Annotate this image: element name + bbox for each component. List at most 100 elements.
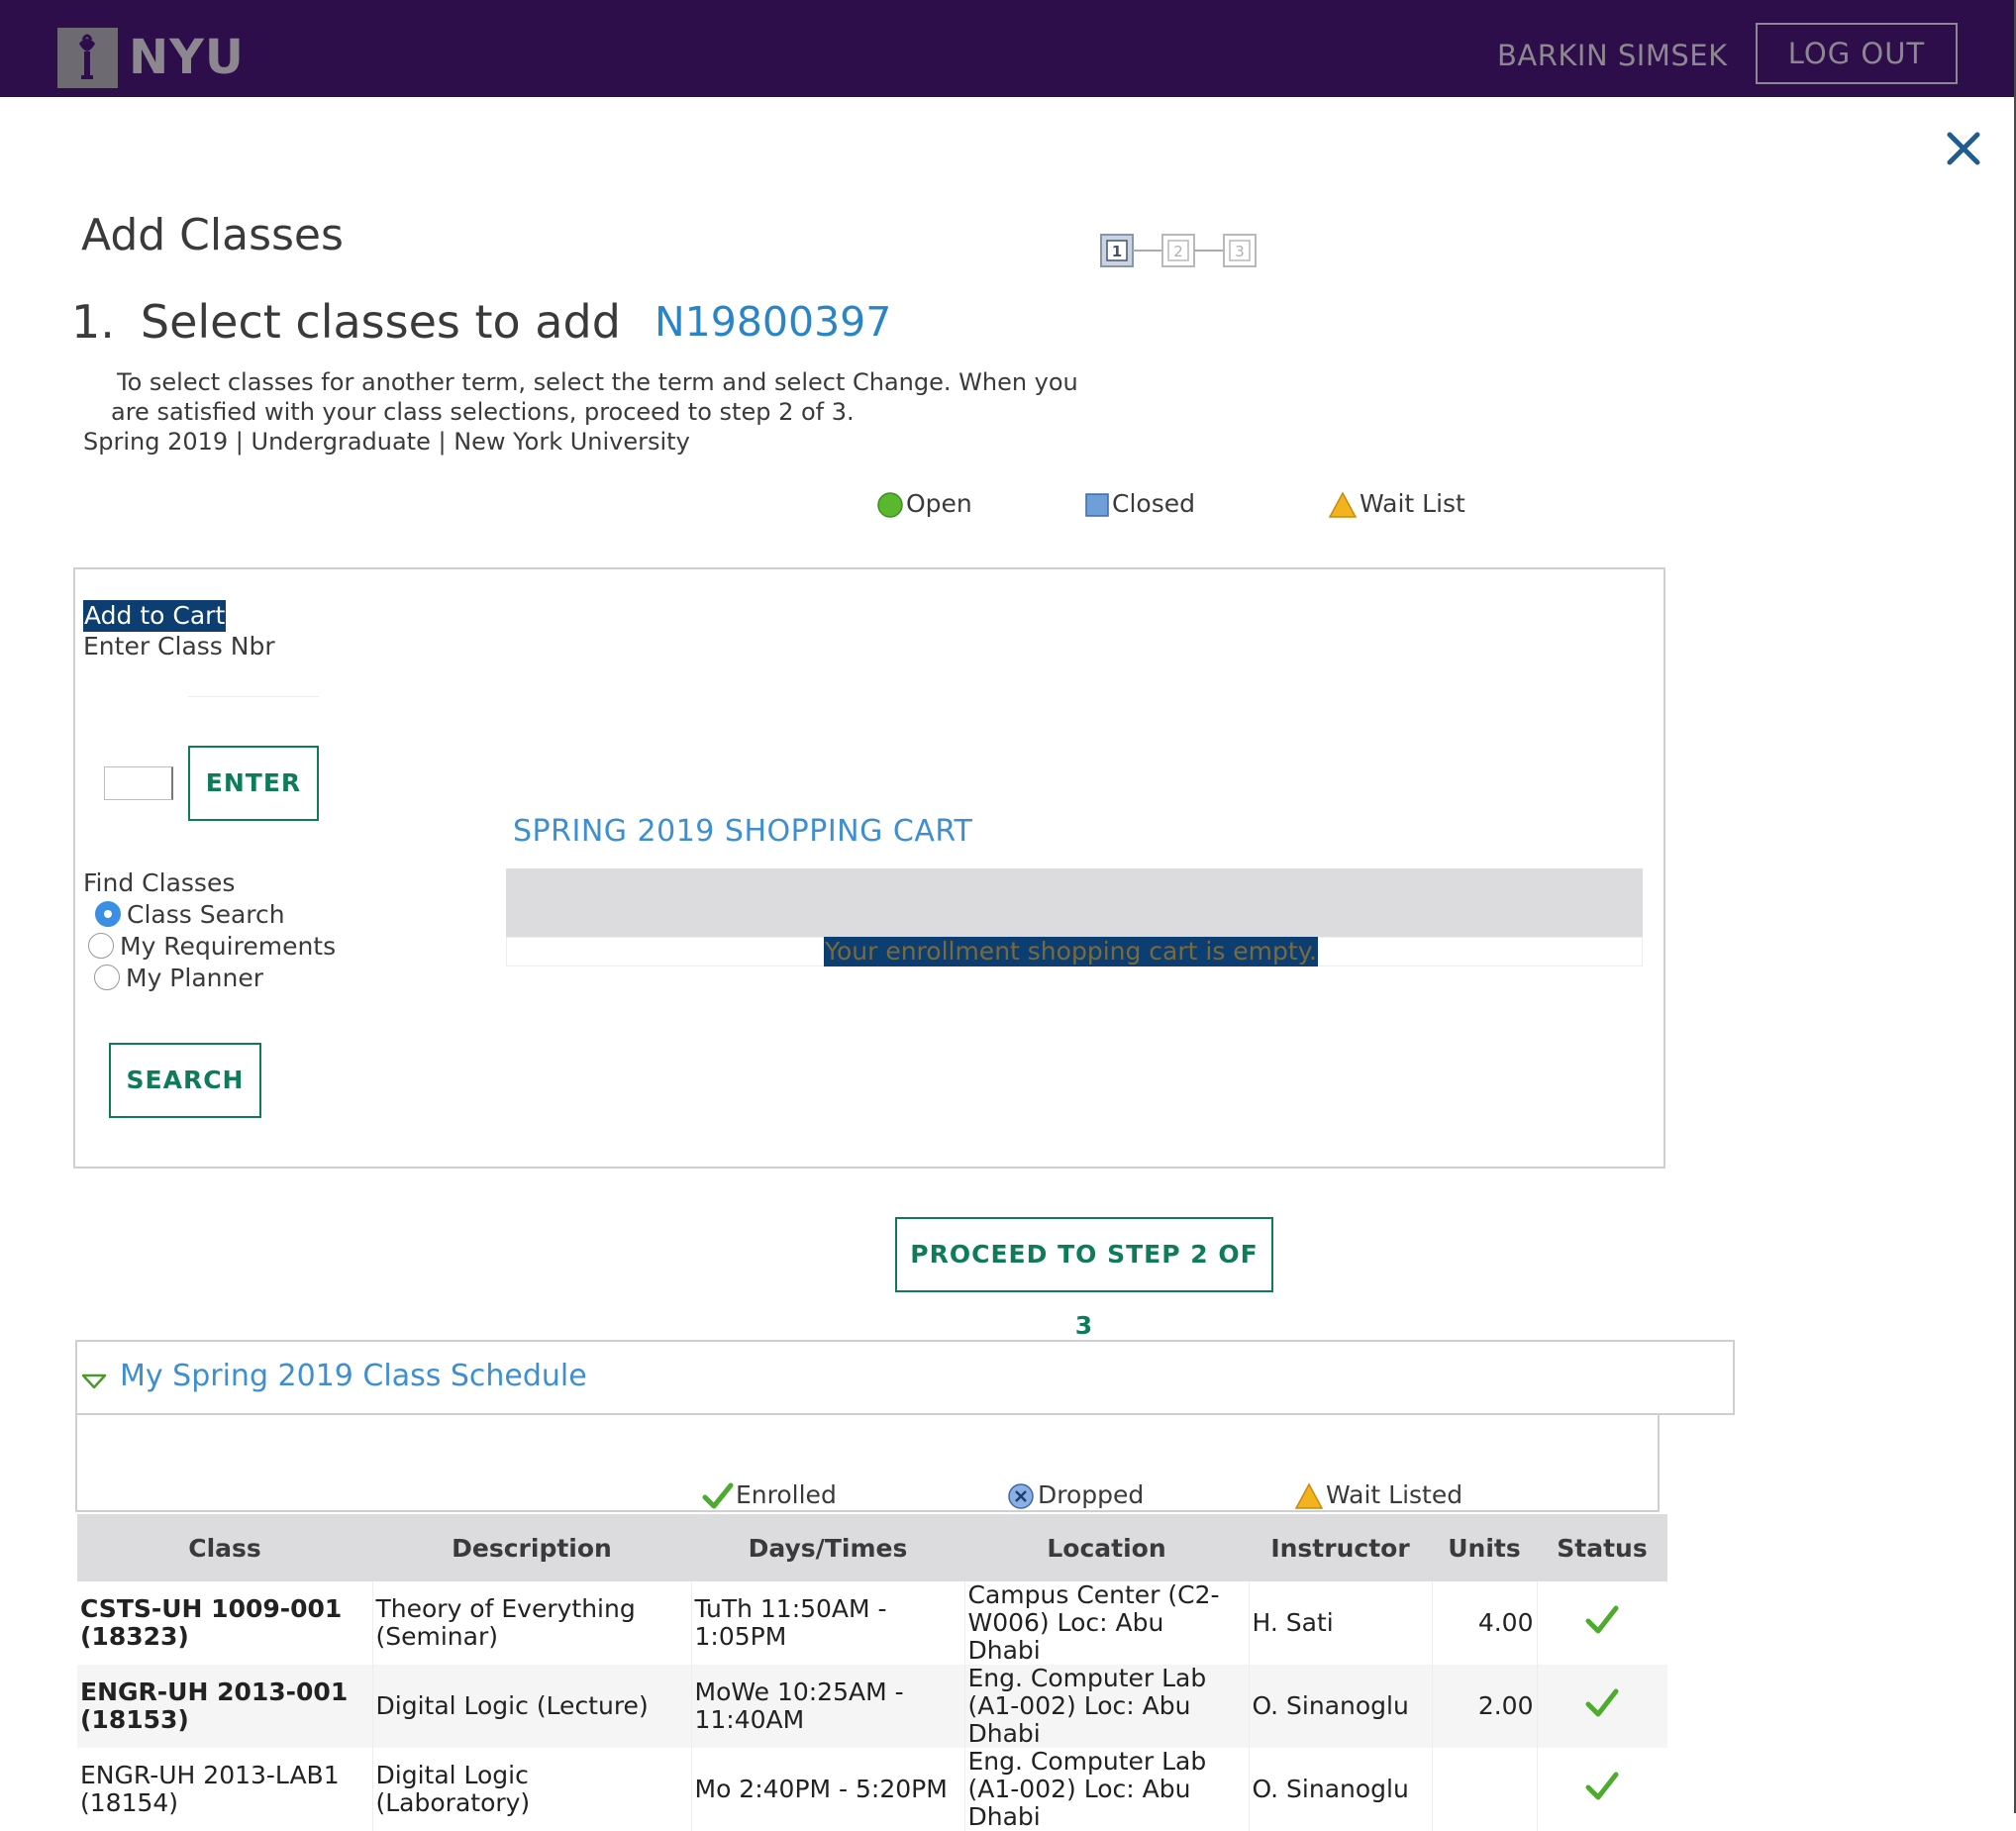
legend-wait-listed-label: Wait Listed: [1326, 1480, 1463, 1509]
class-code: CSTS-UH 1009-001: [80, 1594, 343, 1623]
instructor-cell: O. Sinanoglu: [1248, 1665, 1432, 1748]
shopping-cart-empty-message: Your enrollment shopping cart is empty.: [824, 937, 1318, 966]
enrolled-check-icon: [1585, 1605, 1619, 1634]
class-schedule-table: Class Description Days/Times Location In…: [77, 1514, 1667, 1831]
days-times-line: 1:05PM: [694, 1622, 787, 1651]
location-line: W006) Loc: Abu: [967, 1608, 1164, 1637]
legend-enrolled-label: Enrolled: [736, 1480, 837, 1509]
description-line: (Seminar): [375, 1622, 499, 1651]
step-heading-text: Select classes to add: [140, 295, 621, 349]
radio-my-requirements-label[interactable]: My Requirements: [120, 932, 336, 961]
units-cell: 2.00: [1431, 1665, 1537, 1748]
instructor-cell: O. Sinanoglu: [1248, 1748, 1432, 1831]
add-to-cart-label: Add to Cart: [83, 600, 227, 632]
status-cell: [1536, 1748, 1667, 1831]
logout-button[interactable]: LOG OUT: [1756, 23, 1958, 84]
divider: [188, 696, 319, 697]
step-2-label: 2: [1173, 243, 1183, 260]
radio-class-search[interactable]: Class Search: [95, 899, 285, 931]
location-line: Eng. Computer Lab: [967, 1665, 1207, 1692]
description-cell: Theory of Everything (Seminar): [371, 1581, 691, 1665]
legend-closed: Closed: [1084, 488, 1195, 520]
status-cell: [1536, 1665, 1667, 1748]
schedule-title[interactable]: My Spring 2019 Class Schedule: [120, 1357, 587, 1396]
table-row: CSTS-UH 1009-001 (18323) Theory of Everyt…: [77, 1581, 1667, 1665]
legend-dropped: Dropped: [1006, 1479, 1144, 1511]
location-line: Campus Center (C2-: [967, 1581, 1220, 1609]
nyu-torch-logo-icon[interactable]: [57, 28, 118, 88]
legend-enrolled: Enrolled: [702, 1479, 837, 1511]
open-circle-icon: [877, 492, 903, 518]
close-icon[interactable]: [1944, 129, 1983, 168]
enrolled-check-icon: [702, 1482, 734, 1509]
enrolled-check-icon: [1585, 1688, 1619, 1717]
class-number: (18323): [80, 1622, 189, 1651]
page-title: Add Classes: [81, 210, 344, 260]
nyu-logo-text[interactable]: NYU: [129, 28, 245, 87]
column-header-units: Units: [1432, 1514, 1537, 1581]
wait-listed-triangle-icon: [1294, 1482, 1324, 1509]
radio-unselected-icon[interactable]: [94, 965, 120, 990]
wait-list-triangle-icon: [1328, 491, 1358, 518]
days-times-line: Mo 2:40PM - 5:20PM: [694, 1775, 948, 1803]
location-cell: Campus Center (C2- W006) Loc: Abu Dhabi: [963, 1581, 1249, 1665]
location-line: Eng. Computer Lab: [967, 1748, 1207, 1776]
class-cell: ENGR-UH 2013-001 (18153): [77, 1665, 372, 1748]
enter-button[interactable]: ENTER: [188, 746, 319, 821]
days-times-line: 11:40AM: [694, 1705, 805, 1734]
description-line: Digital Logic: [375, 1761, 529, 1789]
radio-my-requirements[interactable]: My Requirements: [88, 931, 336, 963]
class-cell: ENGR-UH 2013-LAB1 (18154): [77, 1748, 372, 1831]
description-line: Theory of Everything: [375, 1594, 636, 1623]
step-number: 1.: [71, 295, 115, 349]
class-code: ENGR-UH 2013-LAB1: [80, 1761, 340, 1789]
column-header-days-times: Days/Times: [691, 1514, 964, 1581]
shopping-cart-header: [506, 868, 1643, 937]
student-id: N19800397: [655, 298, 892, 346]
closed-square-icon: [1085, 493, 1109, 517]
location-line: (A1-002) Loc: Abu: [967, 1775, 1191, 1803]
collapse-triangle-icon[interactable]: [81, 1373, 107, 1394]
term-info: Spring 2019 | Undergraduate | New York U…: [83, 428, 690, 456]
class-cell: CSTS-UH 1009-001 (18323): [77, 1581, 372, 1665]
column-header-class: Class: [77, 1514, 372, 1581]
step-indicator: 1 2 3: [1099, 232, 1261, 271]
enrolled-check-icon: [1585, 1772, 1619, 1800]
legend-dropped-label: Dropped: [1038, 1480, 1145, 1509]
days-times-line: TuTh 11:50AM -: [694, 1594, 887, 1623]
location-line: Dhabi: [967, 1636, 1041, 1665]
units-cell: [1431, 1748, 1537, 1831]
enter-class-nbr-label: Enter Class Nbr: [83, 632, 275, 661]
instructor-cell: H. Sati: [1248, 1581, 1432, 1665]
class-code: ENGR-UH 2013-001: [80, 1678, 349, 1706]
instructions-line-1: To select classes for another term, sele…: [117, 368, 1078, 396]
description-cell: Digital Logic (Laboratory): [371, 1748, 691, 1831]
days-times-cell: TuTh 11:50AM -1:05PM: [690, 1581, 964, 1665]
table-row: ENGR-UH 2013-LAB1 (18154) Digital Logic (L…: [77, 1748, 1667, 1831]
legend-wait-listed: Wait Listed: [1294, 1479, 1462, 1511]
proceed-to-step-2-button[interactable]: PROCEED TO STEP 2 OF 3: [895, 1217, 1273, 1340]
column-header-status: Status: [1537, 1514, 1667, 1581]
radio-my-planner-label[interactable]: My Planner: [126, 964, 263, 992]
column-header-instructor: Instructor: [1249, 1514, 1432, 1581]
class-number: (18153): [80, 1705, 189, 1734]
search-button[interactable]: SEARCH: [109, 1043, 261, 1118]
step-heading: 1. Select classes to add: [71, 293, 621, 351]
radio-class-search-label[interactable]: Class Search: [127, 900, 285, 929]
days-times-cell: MoWe 10:25AM -11:40AM: [690, 1665, 964, 1748]
radio-my-planner[interactable]: My Planner: [94, 963, 263, 994]
table-row: ENGR-UH 2013-001 (18153) Digital Logic (L…: [77, 1665, 1667, 1748]
location-line: (A1-002) Loc: Abu: [967, 1691, 1191, 1720]
status-cell: [1536, 1581, 1667, 1665]
radio-unselected-icon[interactable]: [88, 933, 114, 959]
units-cell: 4.00: [1431, 1581, 1537, 1665]
dropped-x-circle-icon: [1008, 1483, 1034, 1509]
class-nbr-input[interactable]: [104, 766, 173, 800]
step-3-label: 3: [1235, 243, 1245, 260]
radio-selected-icon[interactable]: [95, 901, 121, 927]
shopping-cart-title: SPRING 2019 SHOPPING CART: [513, 814, 973, 849]
location-line: Dhabi: [967, 1802, 1041, 1831]
legend-open-label: Open: [906, 489, 972, 518]
step-1-label: 1: [1112, 243, 1122, 260]
legend-closed-label: Closed: [1112, 489, 1195, 518]
